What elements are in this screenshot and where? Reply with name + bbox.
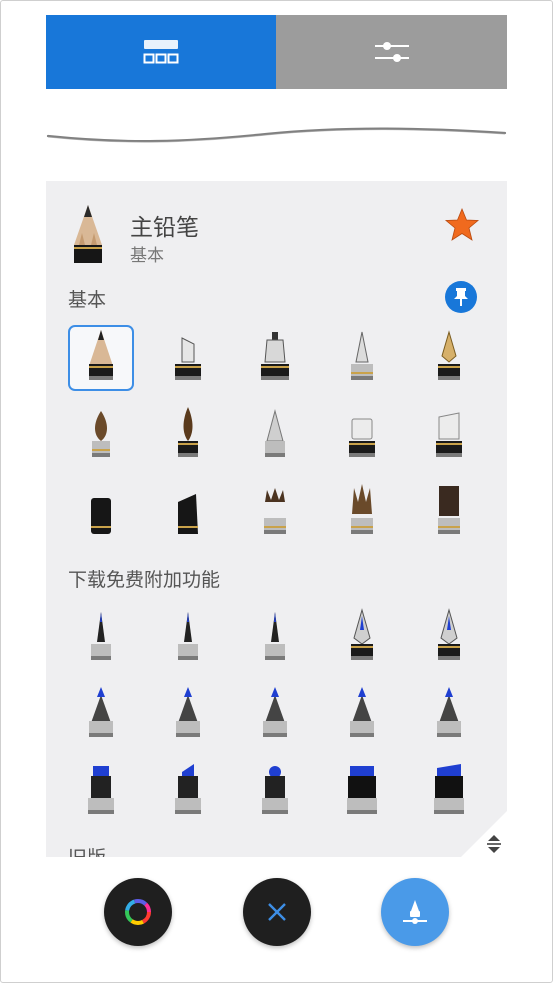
fountain-pen-icon — [438, 330, 460, 380]
wide-marker-icon — [347, 766, 377, 814]
brush-tile-technical-pen[interactable] — [242, 325, 308, 391]
brush-tile-round-brush[interactable] — [68, 402, 134, 468]
section-label-free-addons: 下载免费附加功能 — [68, 570, 221, 591]
chisel-marker-icon — [175, 337, 201, 380]
ballpoint-pen-icon — [351, 331, 373, 380]
brush-tile-cone-marker-broad[interactable] — [242, 682, 308, 748]
library-grid-icon — [143, 40, 179, 64]
stroke-preview — [46, 127, 507, 143]
current-brush-icon — [74, 205, 102, 263]
close-button[interactable] — [243, 878, 311, 946]
brush-tile-dip-pen[interactable] — [329, 605, 395, 671]
brush-tool-icon — [403, 900, 427, 924]
fineliner-icon — [91, 612, 111, 660]
brush-tile-chisel-marker[interactable] — [155, 325, 221, 391]
brush-tool-button[interactable] — [381, 878, 449, 946]
pin-icon — [454, 288, 468, 306]
expand-collapse-icon — [487, 835, 501, 853]
star-icon — [444, 207, 480, 241]
favorite-star-button[interactable] — [444, 207, 480, 243]
angled-marker-icon — [175, 764, 201, 814]
bullet-marker-icon — [350, 687, 374, 737]
brush-tile-ink-brush[interactable] — [155, 402, 221, 468]
close-icon — [268, 903, 286, 921]
brush-tile-cone-marker[interactable] — [68, 682, 134, 748]
current-brush-category: 基本 — [130, 246, 164, 265]
brush-tile-chisel-felt[interactable] — [155, 479, 221, 545]
bullet-marker-dark-icon — [437, 687, 461, 737]
hard-eraser-icon — [436, 412, 462, 457]
brush-tile-eraser[interactable] — [329, 402, 395, 468]
brush-tile-fineliner[interactable] — [68, 605, 134, 671]
brush-tile-pencil[interactable] — [68, 325, 134, 391]
brush-tile-fineliner-medium[interactable] — [155, 605, 221, 671]
fineliner-broad-icon — [265, 612, 285, 660]
sliders-icon — [374, 42, 409, 62]
round-brush-icon — [92, 411, 110, 457]
brush-tile-fountain-pen[interactable] — [416, 325, 482, 391]
dark-bristle-brush-icon — [438, 486, 460, 534]
chisel-felt-icon — [178, 494, 198, 534]
color-picker-button[interactable] — [104, 878, 172, 946]
brush-tile-ballpoint-pen[interactable] — [329, 325, 395, 391]
tab-brush-library[interactable] — [46, 15, 276, 89]
brush-tile-bullet-marker-dark[interactable] — [416, 682, 482, 748]
brush-tile-round-marker[interactable] — [242, 759, 308, 825]
brush-tile-bullet-marker[interactable] — [329, 682, 395, 748]
technical-pen-icon — [261, 332, 289, 380]
brush-tile-flat-bristle-brush[interactable] — [242, 479, 308, 545]
brush-tile-angled-marker[interactable] — [155, 759, 221, 825]
round-marker-icon — [262, 766, 288, 814]
eraser-icon — [349, 418, 375, 457]
flat-bristle-brush-icon — [264, 488, 286, 534]
current-brush-name: 主铅笔 — [130, 214, 199, 240]
brush-tile-cone-marker-medium[interactable] — [155, 682, 221, 748]
brush-tile-fineliner-broad[interactable] — [242, 605, 308, 671]
panel-resize-handle[interactable] — [480, 830, 508, 858]
brush-tile-chisel-marker-blue[interactable] — [68, 759, 134, 825]
brush-tile-felt-marker[interactable] — [68, 479, 134, 545]
pencil-icon — [89, 330, 113, 380]
cone-marker-medium-icon — [176, 687, 200, 737]
fan-bristle-brush-icon — [351, 484, 373, 534]
current-brush-header: 主铅笔 基本 — [46, 181, 507, 271]
cone-marker-icon — [89, 687, 113, 737]
tab-brush-settings[interactable] — [276, 15, 507, 89]
brush-panel-tabs — [46, 15, 507, 89]
brush-tile-dip-pen-wide[interactable] — [416, 605, 482, 671]
section-label-legacy: 旧版 — [68, 843, 106, 857]
ink-brush-icon — [178, 407, 198, 457]
brush-tile-dark-bristle-brush[interactable] — [416, 479, 482, 545]
pin-section-button[interactable] — [445, 281, 477, 313]
fineliner-medium-icon — [178, 612, 198, 660]
brush-tile-hard-eraser[interactable] — [416, 402, 482, 468]
color-wheel-icon — [125, 899, 151, 925]
brush-library-panel: 主铅笔 基本 基本 下载免费附加功能 — [46, 181, 507, 857]
dip-pen-icon — [351, 608, 373, 660]
chisel-marker-blue-icon — [88, 766, 114, 814]
brush-tile-fan-bristle-brush[interactable] — [329, 479, 395, 545]
brush-tile-airbrush[interactable] — [242, 402, 308, 468]
airbrush-icon — [265, 409, 285, 457]
brush-tile-wide-marker[interactable] — [329, 759, 395, 825]
felt-marker-icon — [91, 498, 111, 534]
dip-pen-wide-icon — [438, 608, 460, 660]
section-label-basic: 基本 — [68, 290, 107, 311]
cone-marker-broad-icon — [263, 687, 287, 737]
